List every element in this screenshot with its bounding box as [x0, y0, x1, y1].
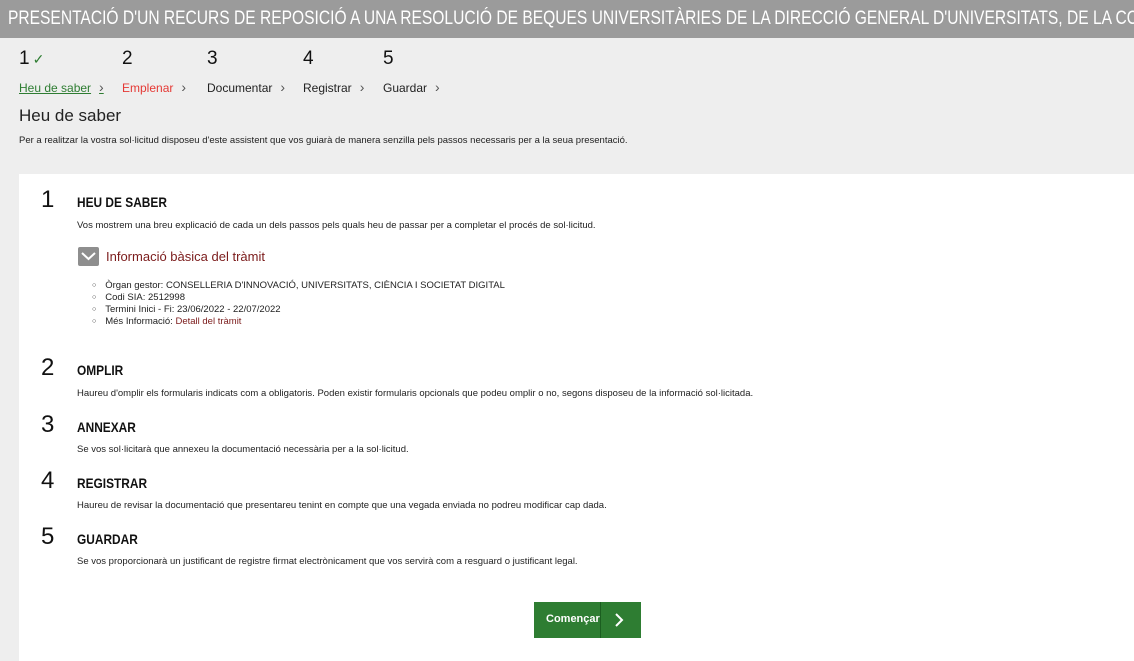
info-toggle-button[interactable]: [78, 247, 99, 266]
section-description: Per a realitzar la vostra sol·licitud di…: [19, 135, 628, 146]
step-2-number: 2: [122, 48, 133, 69]
item-heading: OMPLIR: [77, 362, 124, 378]
list-item: Més Informació: Detall del tràmit: [92, 316, 505, 328]
info-list: Òrgan gestor: CONSELLERIA D'INNOVACIÓ, U…: [92, 280, 505, 328]
tab-emplenar[interactable]: Emplenar ›: [122, 79, 186, 95]
list-item: Codi SIA: 2512998: [92, 292, 505, 304]
steps-card: [19, 174, 1134, 661]
item-number: 3: [41, 411, 55, 438]
item-heading: GUARDAR: [77, 531, 138, 547]
page-header: PRESENTACIÓ D'UN RECURS DE REPOSICIÓ A U…: [0, 0, 1134, 38]
start-button-label: Començar: [546, 613, 600, 625]
tab-heu-de-saber[interactable]: Heu de saber ›: [19, 79, 104, 95]
chevron-right-icon: ›: [435, 79, 440, 95]
item-description: Vos mostrem una breu explicació de cada …: [77, 220, 596, 231]
item-description: Haureu de revisar la documentació que pr…: [77, 500, 607, 511]
chevron-right-icon: ›: [359, 79, 365, 95]
page-title: PRESENTACIÓ D'UN RECURS DE REPOSICIÓ A U…: [8, 8, 1134, 29]
section-title: Heu de saber: [19, 106, 122, 125]
item-description: Se vos sol·licitarà que annexeu la docum…: [77, 444, 409, 455]
item-description: Haureu d'omplir els formularis indicats …: [77, 388, 754, 399]
item-heading: REGISTRAR: [77, 475, 148, 491]
detall-tramit-link[interactable]: Detall del tràmit: [175, 316, 241, 327]
info-title: Informació bàsica del tràmit: [106, 249, 265, 264]
start-button[interactable]: Començar: [534, 602, 641, 638]
step-4-number: 4: [303, 48, 314, 69]
item-number: 5: [41, 523, 55, 550]
item-number: 4: [41, 467, 55, 494]
chevron-down-icon: [81, 252, 96, 261]
chevron-right-icon: ›: [280, 79, 286, 95]
chevron-right-icon: [614, 612, 624, 631]
item-number: 2: [41, 354, 55, 381]
step-3-number: 3: [207, 48, 218, 69]
step-5-number: 5: [383, 48, 394, 69]
item-description: Se vos proporcionarà un justificant de r…: [77, 556, 578, 567]
chevron-right-icon: ›: [99, 79, 104, 95]
tab-registrar[interactable]: Registrar ›: [303, 79, 364, 95]
check-icon: ✓: [32, 51, 45, 67]
list-item: Òrgan gestor: CONSELLERIA D'INNOVACIÓ, U…: [92, 280, 505, 292]
tab-documentar[interactable]: Documentar ›: [207, 79, 285, 95]
step-1-number: 1 ✓: [19, 48, 45, 69]
list-item: Termini Inici - Fi: 23/06/2022 - 22/07/2…: [92, 304, 505, 316]
item-heading: HEU DE SABER: [77, 194, 167, 210]
tab-guardar[interactable]: Guardar ›: [383, 79, 440, 95]
chevron-right-icon: ›: [181, 79, 187, 95]
item-number: 1: [41, 186, 55, 213]
item-heading: ANNEXAR: [77, 419, 136, 435]
button-divider: [600, 602, 601, 638]
